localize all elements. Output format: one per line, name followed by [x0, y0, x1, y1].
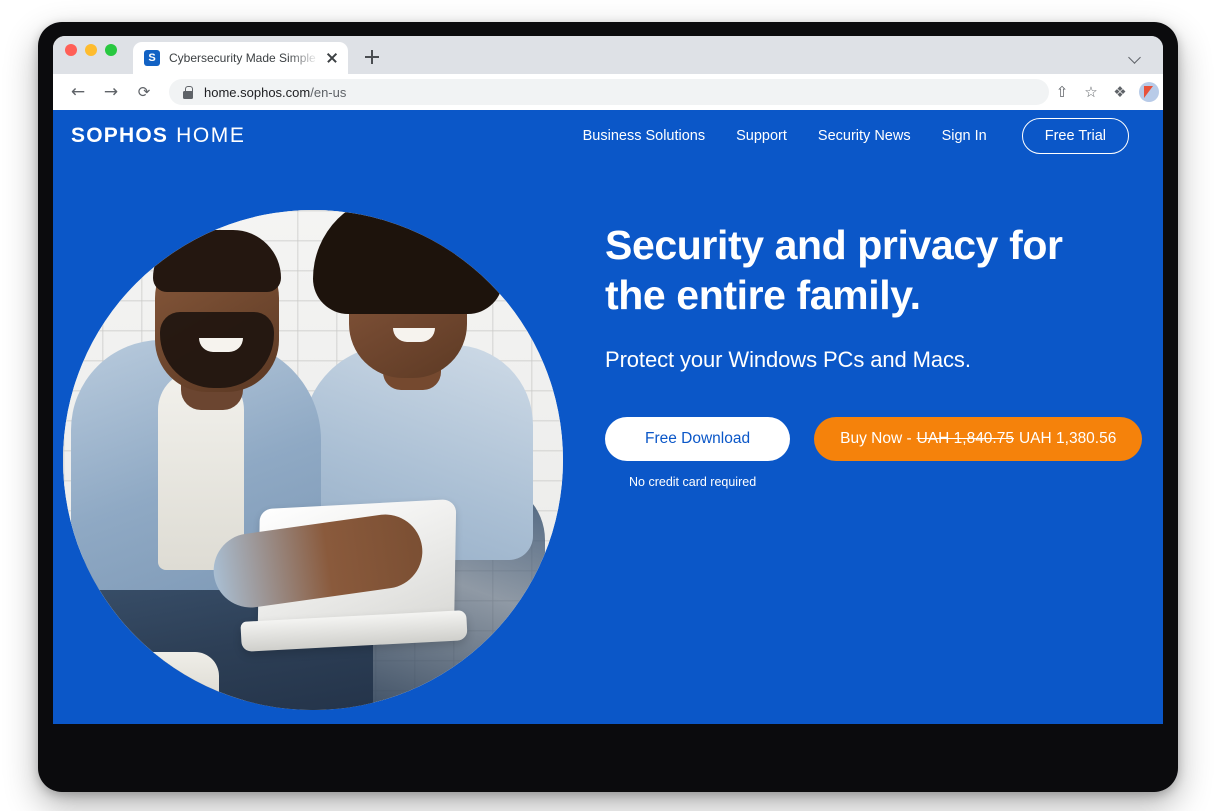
toolbar-actions: ⇧ ☆ ❖ [1049, 79, 1163, 105]
back-button[interactable]: ← [65, 79, 91, 105]
bookmark-star-icon[interactable]: ☆ [1078, 79, 1104, 105]
back-arrow-icon: ← [70, 82, 86, 102]
nav-item-sign-in[interactable]: Sign In [942, 128, 987, 144]
lock-icon [183, 85, 193, 99]
hero-image-circle-mask [63, 210, 563, 710]
url-domain: home.sophos.com [204, 84, 311, 100]
logo-home-text: HOME [176, 124, 246, 147]
browser-tab-title: Cybersecurity Made Simple | S [169, 51, 322, 65]
hero-image [53, 152, 598, 724]
address-bar[interactable]: home.sophos.com/en-us [169, 79, 1049, 105]
browser-tab-strip: S Cybersecurity Made Simple | S [53, 36, 1163, 74]
url-text: home.sophos.com/en-us [204, 85, 346, 100]
extensions-puzzle-icon[interactable]: ❖ [1107, 79, 1133, 105]
buy-now-discounted-price: UAH 1,380.56 [1018, 429, 1117, 447]
woman-shoe [465, 654, 557, 708]
window-close-button[interactable] [65, 44, 77, 56]
new-tab-button[interactable] [358, 43, 386, 71]
free-trial-button[interactable]: Free Trial [1021, 118, 1129, 154]
hero-subheadline: Protect your Windows PCs and Macs. [605, 346, 971, 372]
sophos-home-logo[interactable]: SOPHOS HOME [71, 124, 245, 148]
buy-now-original-price: UAH 1,840.75 [916, 429, 1014, 447]
window-traffic-lights [65, 36, 117, 74]
window-maximize-button[interactable] [105, 44, 117, 56]
forward-button[interactable]: → [98, 79, 124, 105]
window-minimize-button[interactable] [85, 44, 97, 56]
man-hair [153, 230, 281, 292]
main-navigation: Business Solutions Support Security News… [583, 118, 1129, 154]
free-download-button[interactable]: Free Download [605, 416, 791, 461]
forward-arrow-icon: → [103, 82, 119, 102]
reload-button[interactable]: ⟳ [131, 79, 157, 105]
logo-sophos-text: SOPHOS [71, 124, 169, 147]
chevron-down-icon[interactable] [1129, 51, 1141, 63]
hero-headline-line-2: the entire family. [605, 272, 921, 319]
hero-text-block: Security and privacy for the entire fami… [605, 220, 1145, 489]
site-header: SOPHOS HOME Business Solutions Support S… [53, 110, 1163, 162]
buy-now-button[interactable]: Buy Now - UAH 1,840.75 UAH 1,380.56 [814, 416, 1143, 461]
nav-item-business-solutions[interactable]: Business Solutions [583, 128, 706, 144]
hero-cta-group: Free Download Buy Now - UAH 1,840.75 UAH… [605, 416, 1145, 461]
nav-item-support[interactable]: Support [736, 128, 787, 144]
page-content: SOPHOS HOME Business Solutions Support S… [53, 110, 1163, 724]
hero-headline: Security and privacy for the entire fami… [605, 220, 1145, 321]
no-credit-card-note: No credit card required [629, 474, 757, 489]
browser-tab-active[interactable]: S Cybersecurity Made Simple | S [133, 42, 348, 74]
man-shoe [109, 652, 219, 710]
woman-hair-front [313, 210, 503, 314]
browser-window: S Cybersecurity Made Simple | S ← → ⟳ ho… [53, 36, 1163, 724]
tab-close-icon[interactable] [324, 50, 340, 66]
url-path: /en-us [310, 84, 347, 100]
hero-headline-line-1: Security and privacy for [605, 222, 1063, 268]
sophos-favicon-icon: S [144, 50, 160, 66]
browser-toolbar: ← → ⟳ home.sophos.com/en-us ⇧ ☆ ❖ [53, 74, 1163, 110]
buy-now-label: Buy Now - [840, 429, 912, 447]
hero-section: Security and privacy for the entire fami… [53, 162, 1163, 724]
reload-icon: ⟳ [137, 83, 151, 101]
share-icon[interactable]: ⇧ [1049, 79, 1075, 105]
profile-avatar[interactable] [1139, 82, 1159, 102]
nav-item-security-news[interactable]: Security News [818, 128, 911, 144]
